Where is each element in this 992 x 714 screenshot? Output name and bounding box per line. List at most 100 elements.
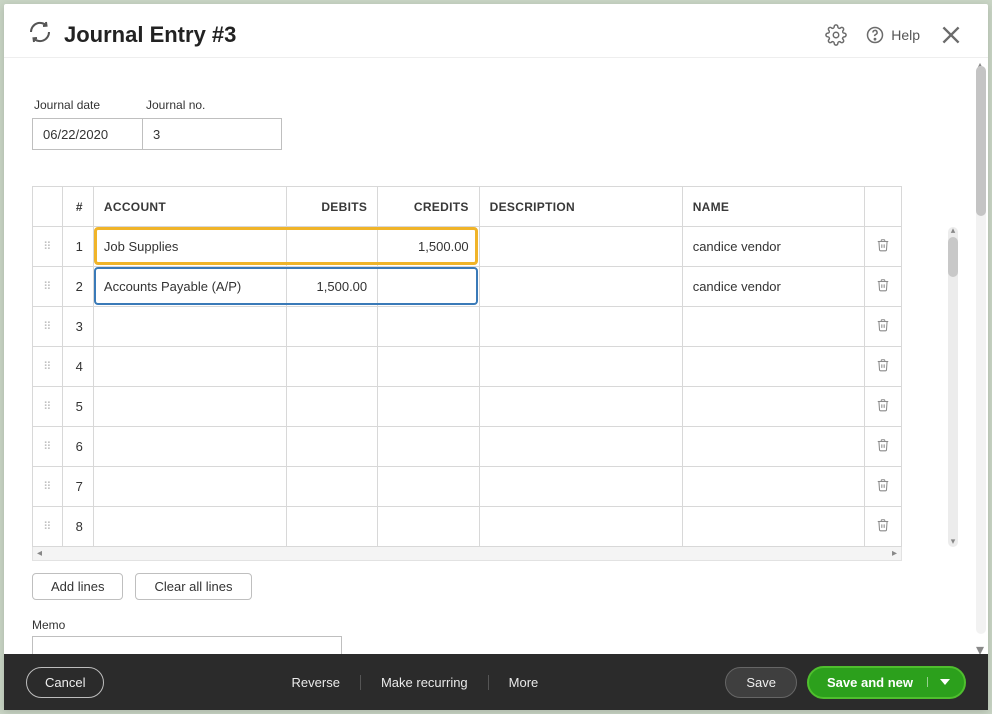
trash-icon xyxy=(876,401,890,416)
scroll-up-arrow[interactable]: ▴ xyxy=(976,57,986,66)
make-recurring-link[interactable]: Make recurring xyxy=(361,675,489,690)
settings-button[interactable] xyxy=(825,24,847,46)
page-title: Journal Entry #3 xyxy=(64,22,236,48)
description-cell[interactable] xyxy=(479,307,682,347)
save-dropdown-caret[interactable] xyxy=(927,677,950,687)
table-row: ⠿8 xyxy=(33,507,902,547)
credit-cell[interactable] xyxy=(378,387,480,427)
name-cell[interactable]: candice vendor xyxy=(682,267,865,307)
row-number: 6 xyxy=(63,427,93,467)
credit-cell[interactable] xyxy=(378,267,480,307)
col-description-header: DESCRIPTION xyxy=(479,187,682,227)
account-cell[interactable]: Job Supplies xyxy=(93,227,286,267)
account-cell[interactable]: Accounts Payable (A/P) xyxy=(93,267,286,307)
description-cell[interactable] xyxy=(479,267,682,307)
close-button[interactable] xyxy=(938,22,964,48)
debit-cell[interactable] xyxy=(286,307,377,347)
delete-row-button[interactable] xyxy=(865,307,902,347)
name-cell[interactable] xyxy=(682,307,865,347)
clear-all-lines-button[interactable]: Clear all lines xyxy=(135,573,251,600)
delete-row-button[interactable] xyxy=(865,267,902,307)
credit-cell[interactable] xyxy=(378,347,480,387)
col-account-header: ACCOUNT xyxy=(93,187,286,227)
add-lines-button[interactable]: Add lines xyxy=(32,573,123,600)
debit-cell[interactable] xyxy=(286,347,377,387)
delete-row-button[interactable] xyxy=(865,227,902,267)
drag-handle[interactable]: ⠿ xyxy=(33,467,63,507)
scroll-down-arrow[interactable]: ▾ xyxy=(976,640,986,650)
credit-cell[interactable] xyxy=(378,467,480,507)
name-cell[interactable] xyxy=(682,507,865,547)
trash-icon xyxy=(876,241,890,256)
delete-row-button[interactable] xyxy=(865,427,902,467)
row-number: 1 xyxy=(63,227,93,267)
row-number: 7 xyxy=(63,467,93,507)
name-cell[interactable]: candice vendor xyxy=(682,227,865,267)
memo-label: Memo xyxy=(32,618,946,632)
memo-input[interactable] xyxy=(32,636,342,654)
row-number: 3 xyxy=(63,307,93,347)
account-cell[interactable] xyxy=(93,307,286,347)
dialog-footer: Cancel Reverse Make recurring More Save … xyxy=(4,654,988,710)
delete-row-button[interactable] xyxy=(865,507,902,547)
drag-handle[interactable]: ⠿ xyxy=(33,427,63,467)
account-cell[interactable] xyxy=(93,507,286,547)
more-link[interactable]: More xyxy=(489,675,559,690)
journal-date-input[interactable] xyxy=(32,118,142,150)
description-cell[interactable] xyxy=(479,507,682,547)
description-cell[interactable] xyxy=(479,227,682,267)
journal-table: # ACCOUNT DEBITS CREDITS DESCRIPTION NAM… xyxy=(32,186,902,547)
drag-handle[interactable]: ⠿ xyxy=(33,347,63,387)
account-cell[interactable] xyxy=(93,387,286,427)
page-scrollbar[interactable] xyxy=(976,66,986,634)
cancel-button[interactable]: Cancel xyxy=(26,667,104,698)
help-button[interactable]: Help xyxy=(865,25,920,45)
description-cell[interactable] xyxy=(479,387,682,427)
debit-cell[interactable] xyxy=(286,507,377,547)
row-number: 2 xyxy=(63,267,93,307)
debit-cell[interactable] xyxy=(286,427,377,467)
description-cell[interactable] xyxy=(479,347,682,387)
col-num-header: # xyxy=(63,187,93,227)
trash-icon xyxy=(876,321,890,336)
credit-cell[interactable] xyxy=(378,427,480,467)
table-row: ⠿3 xyxy=(33,307,902,347)
drag-handle[interactable]: ⠿ xyxy=(33,227,63,267)
table-vertical-scrollbar[interactable]: ▴ ▾ xyxy=(948,227,958,547)
delete-row-button[interactable] xyxy=(865,387,902,427)
debit-cell[interactable] xyxy=(286,467,377,507)
credit-cell[interactable] xyxy=(378,507,480,547)
delete-row-button[interactable] xyxy=(865,347,902,387)
account-cell[interactable] xyxy=(93,427,286,467)
drag-handle[interactable]: ⠿ xyxy=(33,307,63,347)
table-row: ⠿7 xyxy=(33,467,902,507)
account-cell[interactable] xyxy=(93,347,286,387)
credit-cell[interactable] xyxy=(378,307,480,347)
account-cell[interactable] xyxy=(93,467,286,507)
journal-no-input[interactable] xyxy=(142,118,282,150)
drag-handle[interactable]: ⠿ xyxy=(33,267,63,307)
name-cell[interactable] xyxy=(682,387,865,427)
description-cell[interactable] xyxy=(479,467,682,507)
name-cell[interactable] xyxy=(682,427,865,467)
drag-handle[interactable]: ⠿ xyxy=(33,387,63,427)
delete-row-button[interactable] xyxy=(865,467,902,507)
journal-table-wrap: # ACCOUNT DEBITS CREDITS DESCRIPTION NAM… xyxy=(32,186,946,654)
col-name-header: NAME xyxy=(682,187,865,227)
save-and-new-button[interactable]: Save and new xyxy=(807,666,966,699)
table-row: ⠿2Accounts Payable (A/P)1,500.00 candice … xyxy=(33,267,902,307)
debit-cell[interactable] xyxy=(286,387,377,427)
name-cell[interactable] xyxy=(682,347,865,387)
trash-icon xyxy=(876,281,890,296)
debit-cell[interactable] xyxy=(286,227,377,267)
drag-handle[interactable]: ⠿ xyxy=(33,507,63,547)
save-and-new-label: Save and new xyxy=(827,675,913,690)
reverse-link[interactable]: Reverse xyxy=(272,675,361,690)
credit-cell[interactable]: 1,500.00 xyxy=(378,227,480,267)
table-horizontal-scrollbar[interactable]: ◂ ▸ xyxy=(32,547,902,561)
debit-cell[interactable]: 1,500.00 xyxy=(286,267,377,307)
name-cell[interactable] xyxy=(682,467,865,507)
table-row: ⠿4 xyxy=(33,347,902,387)
description-cell[interactable] xyxy=(479,427,682,467)
save-button[interactable]: Save xyxy=(725,667,797,698)
